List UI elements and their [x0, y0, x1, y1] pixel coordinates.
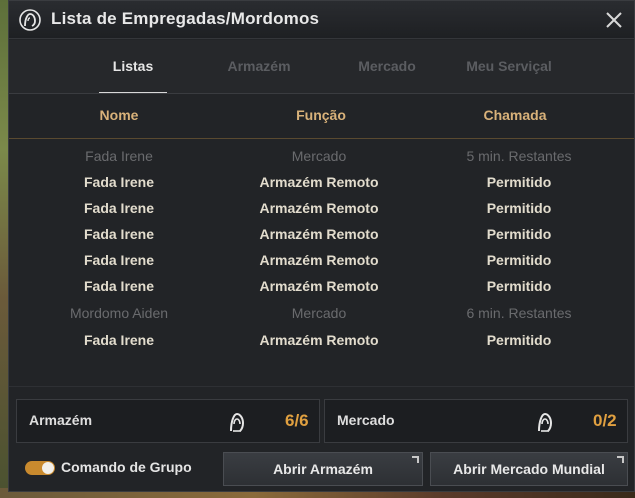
servant-role: Armazém Remoto [259, 252, 379, 268]
servant-name: Fada Irene [83, 226, 155, 242]
market-panel: Mercado 0/2 [324, 399, 628, 443]
market-label: Mercado [337, 412, 395, 428]
divider [9, 386, 634, 387]
expand-corner-icon [412, 456, 419, 463]
list-item[interactable]: Fada Irene Armazém Remoto Permitido [9, 248, 634, 274]
servant-name: Fada Irene [83, 332, 155, 348]
servant-role: Armazém Remoto [259, 332, 379, 348]
group-command-label: Comando de Grupo [61, 459, 192, 475]
list-item[interactable]: Fada Irene Armazém Remoto Permitido [9, 196, 634, 222]
column-header-call: Chamada [483, 107, 547, 123]
servant-name: Fada Irene [85, 148, 153, 164]
list-item[interactable]: Fada Irene Mercado 5 min. Restantes [9, 144, 634, 170]
maid-list-window: Lista de Empregadas/Mordomos Listas Arma… [8, 0, 635, 492]
open-world-market-button[interactable]: Abrir Mercado Mundial [430, 452, 628, 486]
tab-meu-servical[interactable]: Meu Serviçal [459, 58, 559, 94]
list-item[interactable]: Fada Irene Armazém Remoto Permitido [9, 274, 634, 300]
servant-call-status: Permitido [486, 278, 552, 294]
column-header-name: Nome [99, 107, 139, 123]
list-item[interactable]: Fada Irene Armazém Remoto Permitido [9, 328, 634, 354]
servant-call-status: 5 min. Restantes [466, 148, 572, 164]
expand-corner-icon [617, 456, 624, 463]
tab-armazem[interactable]: Armazém [219, 58, 299, 94]
servant-role: Armazém Remoto [259, 200, 379, 216]
servant-call-status: Permitido [486, 200, 552, 216]
window-title: Lista de Empregadas/Mordomos [51, 9, 320, 28]
toggle-knob [42, 462, 54, 474]
servant-role: Armazém Remoto [259, 278, 379, 294]
column-header-role: Função [296, 107, 346, 123]
servant-call-status: Permitido [486, 332, 552, 348]
list-item[interactable]: Fada Irene Armazém Remoto Permitido [9, 222, 634, 248]
title-bar[interactable]: Lista de Empregadas/Mordomos [9, 1, 634, 39]
maid-icon [230, 412, 245, 432]
list-item[interactable]: Fada Irene Armazém Remoto Permitido [9, 170, 634, 196]
tab-mercado[interactable]: Mercado [347, 58, 427, 94]
servant-role: Armazém Remoto [259, 226, 379, 242]
warehouse-count: 6/6 [285, 411, 309, 430]
maid-icon [19, 9, 41, 31]
warehouse-label: Armazém [29, 412, 93, 428]
servant-name: Fada Irene [83, 278, 155, 294]
servant-call-status: Permitido [486, 252, 552, 268]
servant-role: Armazém Remoto [259, 174, 379, 190]
servant-name: Mordomo Aiden [69, 305, 169, 321]
list-item[interactable]: Mordomo Aiden Mercado 6 min. Restantes [9, 301, 634, 327]
open-world-market-label: Abrir Mercado Mundial [453, 461, 605, 477]
servant-call-status: Permitido [486, 174, 552, 190]
tab-bar: Listas Armazém Mercado Meu Serviçal [9, 40, 634, 94]
servant-role: Mercado [291, 305, 347, 321]
servant-call-status: Permitido [486, 226, 552, 242]
servant-name: Fada Irene [83, 200, 155, 216]
servant-name: Fada Irene [83, 252, 155, 268]
maid-icon [538, 412, 553, 432]
servant-call-status: 6 min. Restantes [466, 305, 572, 321]
servant-name: Fada Irene [83, 174, 155, 190]
open-warehouse-button[interactable]: Abrir Armazém [223, 452, 423, 486]
tab-listas[interactable]: Listas [99, 58, 167, 94]
close-icon[interactable] [604, 10, 624, 30]
open-warehouse-label: Abrir Armazém [273, 461, 373, 477]
market-count: 0/2 [593, 411, 617, 430]
column-headers: Nome Função Chamada [9, 94, 634, 139]
servant-role: Mercado [291, 148, 347, 164]
warehouse-panel: Armazém 6/6 [16, 399, 320, 443]
group-command-toggle[interactable] [25, 461, 55, 475]
